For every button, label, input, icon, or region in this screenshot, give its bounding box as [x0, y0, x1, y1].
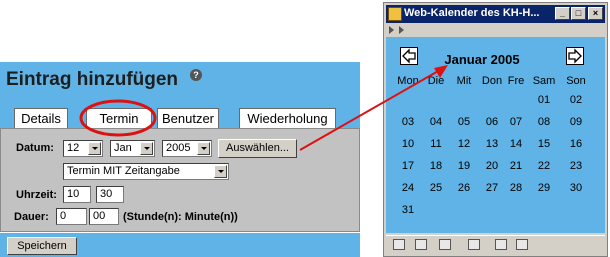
chevron-down-icon — [88, 142, 101, 155]
calendar-day[interactable]: 10 — [394, 138, 422, 150]
uhrzeit-label: Uhrzeit: — [16, 189, 57, 201]
calendar-day[interactable]: 21 — [502, 160, 530, 172]
time-mode-select[interactable]: Termin MIT Zeitangabe — [63, 163, 229, 180]
next-month-button[interactable] — [566, 47, 584, 65]
weekday-label: Sam — [532, 75, 556, 87]
save-button[interactable]: Speichern — [7, 237, 77, 255]
year-select[interactable]: 2005 — [162, 140, 212, 157]
calendar-day[interactable]: 12 — [450, 138, 478, 150]
page-title: Eintrag hinzufügen — [6, 69, 179, 90]
duration-hours-input[interactable]: 0 — [56, 208, 87, 225]
weekday-label: Fre — [507, 75, 525, 87]
tab-details[interactable]: Details — [14, 108, 68, 128]
dauer-label: Dauer: — [14, 211, 49, 223]
help-icon[interactable]: ? — [190, 69, 202, 81]
month-select-value: Jan — [114, 142, 132, 154]
minimize-icon[interactable]: _ — [555, 7, 570, 20]
calendar-window-title: Web-Kalender des KH-H... — [404, 7, 540, 19]
time-mode-value: Termin MIT Zeitangabe — [67, 165, 180, 177]
calendar-day[interactable]: 31 — [394, 204, 422, 216]
search-icon[interactable] — [439, 239, 451, 250]
calendar-day[interactable]: 19 — [450, 160, 478, 172]
minute-input[interactable]: 30 — [96, 186, 124, 203]
datum-label: Datum: — [16, 142, 54, 154]
browser-nav-bar — [386, 23, 605, 37]
calendar-day[interactable]: 09 — [562, 116, 590, 128]
component-icon[interactable] — [516, 239, 528, 250]
choose-date-button[interactable]: Auswählen... — [218, 139, 297, 158]
calendar-day[interactable]: 05 — [450, 116, 478, 128]
document-icon[interactable] — [495, 239, 507, 250]
hour-input[interactable]: 10 — [63, 186, 91, 203]
day-select[interactable]: 12 — [63, 140, 103, 157]
calendar-day[interactable]: 18 — [422, 160, 450, 172]
calendar-day[interactable]: 17 — [394, 160, 422, 172]
page-icon[interactable] — [393, 239, 405, 250]
arrow-right-icon — [568, 48, 582, 64]
calendar-day[interactable]: 15 — [530, 138, 558, 150]
calendar-day[interactable]: 03 — [394, 116, 422, 128]
month-select[interactable]: Jan — [110, 140, 155, 157]
calendar-day[interactable]: 26 — [450, 182, 478, 194]
weekday-label: Son — [566, 75, 586, 87]
calendar-day[interactable]: 24 — [394, 182, 422, 194]
chevron-down-icon — [214, 165, 227, 178]
chevron-down-icon — [197, 142, 210, 155]
tab-termin[interactable]: Termin — [86, 108, 152, 128]
bookmark-icon[interactable] — [468, 239, 480, 250]
duration-minutes-input[interactable]: 00 — [89, 208, 119, 225]
back-arrow-icon[interactable] — [389, 26, 394, 34]
tab-benutzer[interactable]: Benutzer — [157, 108, 219, 128]
prev-month-button[interactable] — [400, 47, 418, 65]
weekday-label: Die — [427, 75, 445, 87]
weekday-label: Mit — [456, 75, 472, 87]
year-select-value: 2005 — [166, 142, 191, 154]
forward-arrow-icon[interactable] — [399, 26, 404, 34]
maximize-icon[interactable]: □ — [571, 7, 586, 20]
calendar-day[interactable]: 23 — [562, 160, 590, 172]
calendar-day[interactable]: 14 — [502, 138, 530, 150]
weekday-label: Mon — [397, 75, 419, 87]
tab-wiederholung[interactable]: Wiederholung — [239, 108, 336, 128]
chevron-down-icon — [140, 142, 153, 155]
calendar-day[interactable]: 29 — [530, 182, 558, 194]
calendar-day[interactable]: 11 — [422, 138, 450, 150]
calendar-day[interactable]: 07 — [502, 116, 530, 128]
calendar-day[interactable]: 04 — [422, 116, 450, 128]
calendar-day[interactable]: 16 — [562, 138, 590, 150]
calendar-month-title: Januar 2005 — [444, 52, 520, 67]
arrow-left-icon — [402, 48, 416, 64]
close-icon[interactable]: × — [588, 7, 603, 20]
calendar-day[interactable]: 01 — [530, 94, 558, 106]
calendar-day[interactable]: 28 — [502, 182, 530, 194]
calendar-day[interactable]: 25 — [422, 182, 450, 194]
duration-hint: (Stunde(n): Minute(n)) — [123, 211, 238, 223]
mail-icon[interactable] — [415, 239, 427, 250]
calendar-day[interactable]: 30 — [562, 182, 590, 194]
app-icon — [388, 7, 402, 21]
day-select-value: 12 — [67, 142, 80, 154]
calendar-day[interactable]: 22 — [530, 160, 558, 172]
calendar-day[interactable]: 08 — [530, 116, 558, 128]
calendar-day[interactable]: 02 — [562, 94, 590, 106]
